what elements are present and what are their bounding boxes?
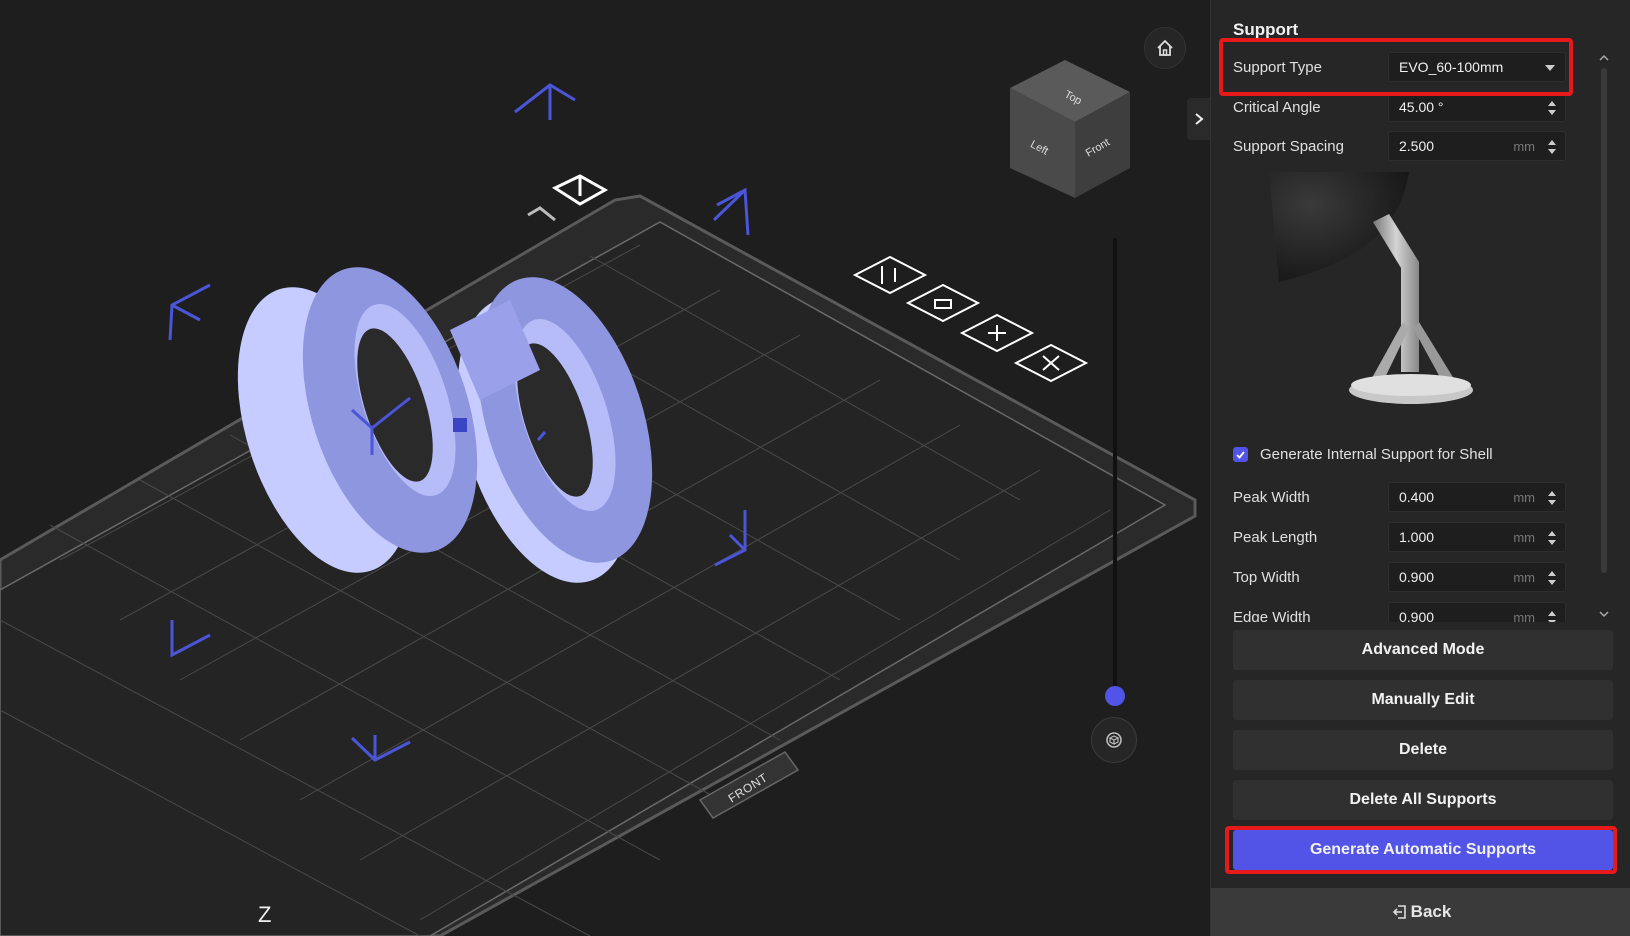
- spinner-icon[interactable]: [1547, 609, 1557, 622]
- check-icon: [1236, 451, 1245, 459]
- support-spacing-input[interactable]: 2.500 mm: [1388, 131, 1566, 161]
- scroll-down-icon[interactable]: [1598, 610, 1610, 618]
- edge-width-value: 0.900: [1399, 609, 1435, 622]
- panel-scrollbar[interactable]: [1598, 54, 1610, 618]
- top-width-unit: mm: [1513, 569, 1535, 585]
- scene-canvas: [0, 60, 1197, 936]
- support-panel: Support Support Type EVO_60-100mm Critic…: [1210, 0, 1630, 936]
- auto-rotate-button[interactable]: [1091, 717, 1137, 763]
- scrollbar-thumb[interactable]: [1601, 68, 1607, 573]
- section-title: Support: [1233, 20, 1299, 39]
- support-illustration: [1269, 172, 1473, 404]
- spinner-icon[interactable]: [1547, 569, 1557, 587]
- internal-support-label: Generate Internal Support for Shell: [1260, 446, 1493, 463]
- mirror-icon[interactable]: [852, 255, 928, 295]
- peak-length-unit: mm: [1513, 529, 1535, 545]
- peak-width-unit: mm: [1513, 489, 1535, 505]
- scroll-up-icon[interactable]: [1598, 54, 1610, 62]
- peak-width-label: Peak Width: [1233, 488, 1310, 506]
- edge-width-input[interactable]: 0.900 mm: [1388, 602, 1566, 622]
- exit-icon: [1392, 905, 1406, 919]
- internal-support-checkbox[interactable]: [1233, 447, 1248, 462]
- generate-button-highlight: [1225, 826, 1617, 874]
- spinner-icon[interactable]: [1547, 529, 1557, 547]
- edge-width-unit: mm: [1513, 609, 1535, 623]
- 3d-viewport[interactable]: Top Left Front FRONT Z: [0, 0, 1210, 936]
- peak-width-value: 0.400: [1399, 489, 1435, 505]
- chevron-right-icon: [1195, 113, 1204, 125]
- support-spacing-label: Support Spacing: [1233, 137, 1344, 155]
- rotate-icon: [1106, 732, 1122, 748]
- top-width-value: 0.900: [1399, 569, 1435, 585]
- home-view-button[interactable]: [1144, 27, 1186, 69]
- spinner-icon[interactable]: [1547, 489, 1557, 507]
- spinner-icon[interactable]: [1547, 99, 1557, 117]
- back-label: Back: [1410, 902, 1452, 921]
- delete-button[interactable]: Delete: [1233, 730, 1613, 770]
- support-settings-scroll[interactable]: Support Support Type EVO_60-100mm Critic…: [1211, 0, 1630, 622]
- home-icon: [1157, 39, 1173, 56]
- edge-width-label: Edge Width: [1233, 608, 1311, 623]
- support-spacing-value: 2.500: [1399, 138, 1435, 154]
- top-width-input[interactable]: 0.900 mm: [1388, 562, 1566, 592]
- layer-slider-track[interactable]: [1113, 238, 1117, 698]
- back-button[interactable]: Back: [1211, 888, 1630, 936]
- delete-all-supports-button[interactable]: Delete All Supports: [1233, 780, 1613, 820]
- peak-width-input[interactable]: 0.400 mm: [1388, 482, 1566, 512]
- critical-angle-input[interactable]: 45.00 °: [1388, 92, 1566, 122]
- lock-icon[interactable]: [905, 283, 981, 323]
- internal-support-checkbox-row[interactable]: Generate Internal Support for Shell: [1233, 446, 1493, 463]
- z-axis-label: Z: [258, 902, 272, 927]
- critical-angle-value: 45.00 °: [1399, 99, 1444, 115]
- support-spacing-unit: mm: [1513, 138, 1535, 154]
- critical-angle-label: Critical Angle: [1233, 98, 1321, 116]
- peak-length-value: 1.000: [1399, 529, 1435, 545]
- support-type-highlight: [1219, 38, 1573, 96]
- collapse-panel-button[interactable]: [1187, 98, 1210, 140]
- top-width-label: Top Width: [1233, 568, 1300, 586]
- peak-length-input[interactable]: 1.000 mm: [1388, 522, 1566, 552]
- layer-slider-thumb[interactable]: [1105, 686, 1125, 706]
- manually-edit-button[interactable]: Manually Edit: [1233, 680, 1613, 720]
- view-cube[interactable]: [1010, 60, 1130, 198]
- spinner-icon[interactable]: [1547, 138, 1557, 156]
- peak-length-label: Peak Length: [1233, 528, 1318, 546]
- advanced-mode-button[interactable]: Advanced Mode: [1233, 630, 1613, 670]
